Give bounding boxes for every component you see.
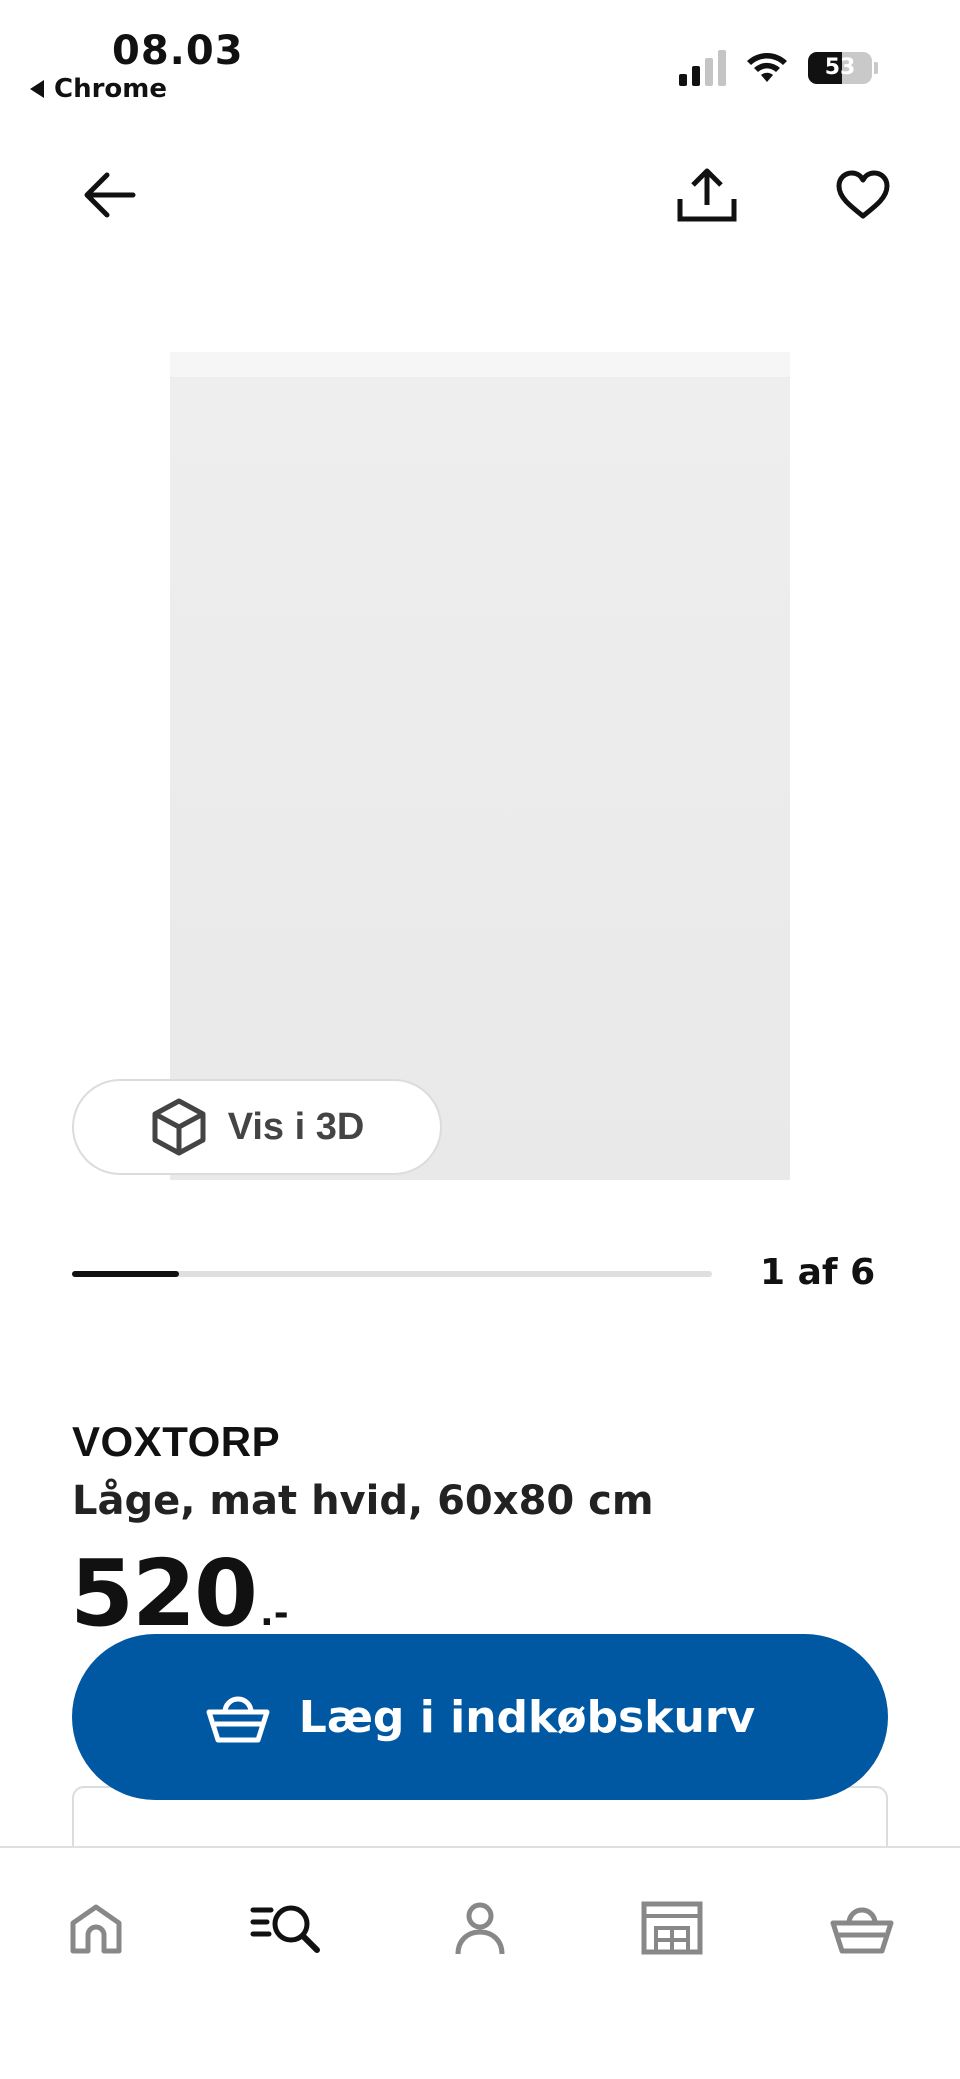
back-button[interactable] bbox=[64, 150, 154, 240]
cube-icon bbox=[152, 1098, 206, 1156]
tab-home[interactable] bbox=[46, 1888, 146, 1968]
store-icon bbox=[641, 1901, 703, 1955]
return-to-app-link[interactable]: Chrome bbox=[30, 74, 167, 104]
gallery-progress-fill bbox=[72, 1271, 179, 1277]
share-button[interactable] bbox=[662, 150, 752, 240]
arrow-left-icon bbox=[84, 172, 136, 218]
battery-level: 53 bbox=[824, 55, 856, 80]
view-3d-button[interactable]: Vis i 3D bbox=[72, 1079, 442, 1175]
cellular-signal-icon bbox=[679, 50, 726, 86]
home-icon bbox=[70, 1904, 122, 1954]
profile-icon bbox=[455, 1902, 505, 1955]
status-bar: 08.03 Chrome 53 bbox=[0, 0, 960, 120]
tab-cart[interactable] bbox=[812, 1888, 912, 1968]
basket-icon bbox=[206, 1696, 270, 1743]
product-name: VOXTORP bbox=[72, 1418, 281, 1465]
return-app-label: Chrome bbox=[54, 74, 168, 104]
view-3d-label: Vis i 3D bbox=[227, 1105, 365, 1148]
add-to-cart-label: Læg i indkøbskurv bbox=[298, 1691, 756, 1743]
tab-store[interactable] bbox=[622, 1888, 722, 1968]
gallery-page-counter: 1 af 6 bbox=[760, 1252, 876, 1293]
top-nav bbox=[0, 150, 960, 250]
status-time: 08.03 bbox=[112, 28, 244, 74]
product-image[interactable] bbox=[170, 352, 790, 1180]
wifi-icon bbox=[747, 53, 787, 82]
door-top-edge bbox=[170, 352, 790, 378]
tab-search[interactable] bbox=[237, 1888, 337, 1968]
search-icon bbox=[250, 1905, 320, 1953]
price-amount: 520 bbox=[70, 1540, 258, 1647]
product-price: 520 .- bbox=[70, 1540, 289, 1647]
price-suffix: .- bbox=[260, 1593, 289, 1634]
heart-icon bbox=[836, 170, 890, 219]
tab-profile[interactable] bbox=[430, 1888, 530, 1968]
battery-icon: 53 bbox=[808, 52, 872, 84]
add-to-cart-button[interactable]: Læg i indkøbskurv bbox=[72, 1634, 888, 1800]
bottom-tab-bar bbox=[0, 1846, 960, 2079]
share-icon bbox=[677, 168, 737, 222]
product-description: Låge, mat hvid, 60x80 cm bbox=[72, 1478, 654, 1524]
battery-tip bbox=[874, 62, 878, 74]
favorite-button[interactable] bbox=[818, 150, 908, 240]
basket-icon bbox=[830, 1907, 894, 1954]
back-triangle-icon bbox=[30, 80, 44, 98]
status-indicators: 53 bbox=[679, 50, 878, 86]
gallery-progress-bar bbox=[72, 1271, 712, 1277]
